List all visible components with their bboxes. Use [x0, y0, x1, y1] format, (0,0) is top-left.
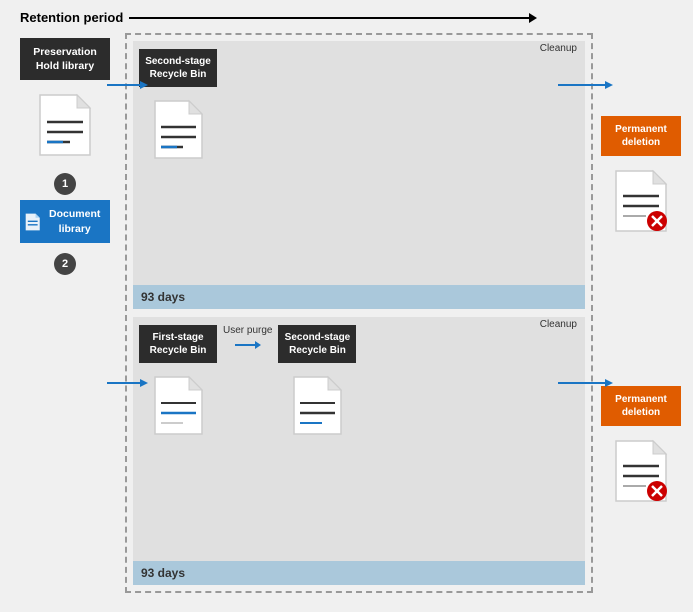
perm-del-label-1: Permanent deletion	[615, 124, 667, 148]
row1-doc-icon	[151, 97, 206, 167]
row2-stage1-svg	[151, 373, 206, 438]
circle1-label: 1	[62, 178, 68, 190]
circle-badge-1: 1	[54, 173, 76, 195]
perm-del-2: Permanent deletion	[601, 386, 681, 511]
row1-days-label: 93 days	[141, 290, 185, 304]
row2-stage2-label: Second-stage Recycle Bin	[285, 332, 351, 356]
row2-stage1-col: First-stage Recycle Bin	[139, 325, 217, 443]
user-purge-arrow	[235, 341, 261, 349]
row1-stage-label: Second-stage Recycle Bin	[145, 56, 211, 80]
main-diagram: Preservation Hold library 1	[10, 33, 683, 593]
perm-del-label-2: Permanent deletion	[615, 394, 667, 418]
row2-content: First-stage Recycle Bin	[139, 325, 579, 443]
row2-days-bar: 93 days	[133, 561, 585, 585]
row-bottom: First-stage Recycle Bin	[133, 317, 585, 585]
row2-stage2-svg	[290, 373, 345, 438]
user-purge-area: User purge	[223, 325, 272, 349]
pres-hold-label: Preservation Hold library	[33, 46, 97, 72]
pres-hold-box: Preservation Hold library	[20, 38, 110, 80]
arrow-line	[129, 17, 529, 19]
center-dashed-area: Second-stage Recycle Bin	[125, 33, 593, 593]
row2-stage2-box: Second-stage Recycle Bin	[278, 325, 356, 363]
row2-days-label: 93 days	[141, 566, 185, 580]
circle-badge-2: 2	[54, 253, 76, 275]
left-column: Preservation Hold library 1	[10, 33, 120, 593]
perm-del-column: Permanent deletion	[593, 33, 683, 593]
row1-doc-svg	[151, 97, 206, 162]
user-purge-label: User purge	[223, 325, 272, 337]
circle2-label: 2	[62, 258, 68, 270]
row2-cleanup-label: Cleanup	[540, 319, 577, 330]
doc-library-label: Document library	[44, 207, 105, 235]
row2-stage1-label: First-stage Recycle Bin	[150, 332, 207, 356]
doc-library-box: Document library	[20, 200, 110, 242]
arrow-head-small	[255, 341, 261, 349]
row2-stage1-icon	[151, 373, 206, 443]
perm-del-doc-svg-2	[611, 436, 671, 506]
row2-stage2-icon	[290, 373, 345, 443]
arrow-head	[529, 13, 537, 23]
perm-del-box-2: Permanent deletion	[601, 386, 681, 426]
row1-stage-col: Second-stage Recycle Bin	[139, 49, 217, 167]
pres-hold-icon	[35, 90, 95, 165]
pres-hold-doc-svg	[35, 90, 95, 160]
retention-label: Retention period	[20, 10, 123, 25]
diagram-container: Retention period Preservation Hold libra…	[0, 0, 693, 612]
row-top: Second-stage Recycle Bin	[133, 41, 585, 309]
row1-content: Second-stage Recycle Bin	[139, 49, 579, 167]
row2-stage1-box: First-stage Recycle Bin	[139, 325, 217, 363]
arrow-line-short	[235, 344, 255, 346]
perm-del-box-1: Permanent deletion	[601, 116, 681, 156]
perm-del-icon-2	[611, 436, 671, 511]
row1-cleanup-label: Cleanup	[540, 43, 577, 54]
retention-header: Retention period	[20, 10, 683, 25]
doc-library-small-icon	[25, 209, 40, 235]
perm-del-doc-svg-1	[611, 166, 671, 236]
row1-cleanup-text: Cleanup	[540, 43, 577, 54]
row2-stage2-col: Second-stage Recycle Bin	[278, 325, 356, 443]
row2-cleanup-text: Cleanup	[540, 319, 577, 330]
perm-del-1: Permanent deletion	[601, 116, 681, 241]
row1-days-bar: 93 days	[133, 285, 585, 309]
row1-stage-box: Second-stage Recycle Bin	[139, 49, 217, 87]
perm-del-icon-1	[611, 166, 671, 241]
retention-arrow	[129, 13, 683, 23]
